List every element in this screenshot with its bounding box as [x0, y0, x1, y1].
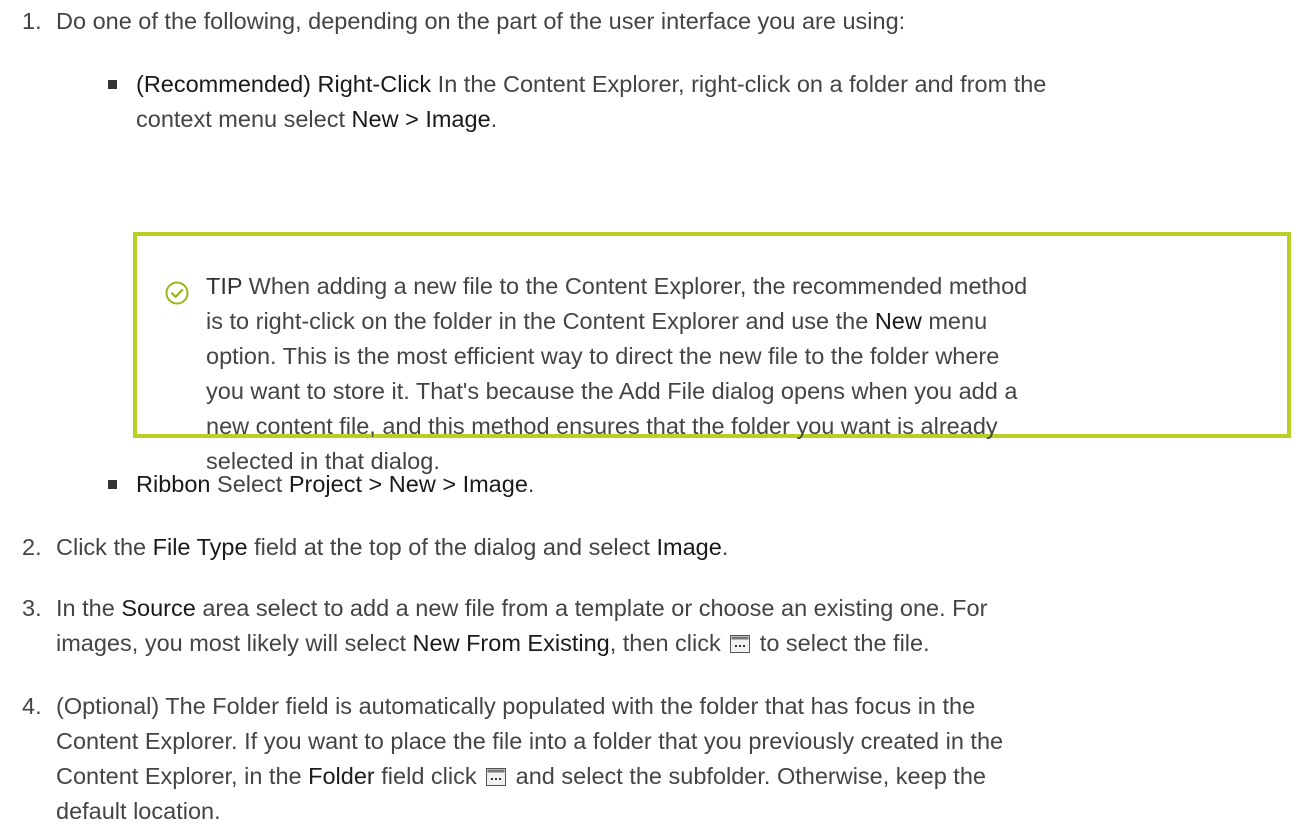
- ellipsis-button-icon: [486, 761, 507, 786]
- bullet-ribbon: Ribbon Select Project > New > Image.: [108, 467, 1288, 502]
- menu-path: Project > New > Image: [288, 471, 528, 497]
- step-text: Do one of the following, depending on th…: [56, 8, 906, 34]
- check-circle-icon: [165, 280, 189, 305]
- step-number: 1.: [22, 8, 42, 34]
- field-name: File Type: [152, 534, 248, 560]
- step-3: 3. In the Source area select to add a ne…: [0, 591, 1290, 661]
- bullet-square-icon: [108, 480, 117, 489]
- bullet-square-icon: [108, 80, 117, 89]
- bullet-right-click: (Recommended) Right-Click In the Content…: [108, 67, 1288, 137]
- step-text: Click the File Type field at the top of …: [56, 534, 729, 560]
- option-label: Ribbon: [136, 471, 211, 497]
- tip-box: TIP When adding a new file to the Conten…: [133, 232, 1291, 474]
- field-value: Image: [656, 534, 722, 560]
- tip-text: TIP When adding a new file to the Conten…: [206, 273, 1028, 474]
- step-text: In the Source area select to add a new f…: [56, 595, 988, 656]
- area-name: Source: [121, 595, 196, 621]
- instruction-page: 1. Do one of the following, depending on…: [0, 0, 1297, 828]
- step-4: 4. (Optional) The Folder field is automa…: [0, 689, 1290, 829]
- step-1: 1. Do one of the following, depending on…: [0, 4, 1290, 39]
- option-name: New From Existing: [412, 630, 610, 656]
- bullet-text: Ribbon Select Project > New > Image.: [136, 471, 535, 497]
- menu-path: New > Image: [351, 106, 491, 132]
- field-name: Folder: [308, 763, 375, 789]
- tip-label: TIP: [206, 273, 243, 299]
- step-2: 2. Click the File Type field at the top …: [0, 530, 1290, 565]
- bullet-text: (Recommended) Right-Click In the Content…: [136, 71, 1047, 132]
- step-text: (Optional) The Folder field is automatic…: [56, 693, 1004, 824]
- step-number: 3.: [22, 595, 42, 621]
- ellipsis-button-icon: [730, 628, 751, 653]
- step-number: 2.: [22, 534, 42, 560]
- option-label: (Recommended) Right-Click: [136, 71, 432, 97]
- new-menu-label: New: [874, 308, 922, 334]
- step-number: 4.: [22, 693, 42, 719]
